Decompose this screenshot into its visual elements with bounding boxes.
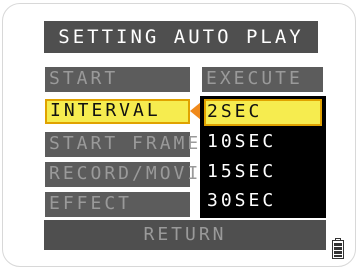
page-title: SETTING AUTO PLAY: [58, 26, 304, 48]
option-label: 2SEC: [207, 101, 263, 122]
menu-item-record-movie[interactable]: RECORD/MOVIE: [45, 162, 212, 187]
menu-item-interval[interactable]: INTERVAL: [45, 99, 190, 124]
option-label: 30SEC: [207, 190, 277, 211]
menu-item-start[interactable]: START: [45, 67, 190, 92]
option-label: 15SEC: [207, 161, 277, 182]
options-header[interactable]: EXECUTE: [202, 67, 323, 92]
menu-item-effect[interactable]: EFFECT: [45, 192, 190, 217]
options-header-label: EXECUTE: [206, 68, 303, 89]
option-label: 10SEC: [207, 131, 277, 152]
camera-screen: SETTING AUTO PLAY START INTERVAL START F…: [2, 3, 356, 267]
return-button[interactable]: RETURN: [44, 220, 326, 250]
menu-item-label: EFFECT: [49, 193, 133, 214]
title-bar: SETTING AUTO PLAY: [44, 21, 318, 53]
option-15sec[interactable]: 15SEC: [204, 159, 322, 186]
menu-item-label: START: [49, 68, 119, 89]
return-label: RETURN: [143, 224, 227, 245]
battery-icon: [332, 238, 344, 259]
option-10sec[interactable]: 10SEC: [204, 129, 322, 156]
menu-item-label: RECORD/MOVIE: [49, 163, 216, 184]
menu-item-start-frame[interactable]: START FRAME: [45, 132, 198, 157]
option-30sec[interactable]: 30SEC: [204, 188, 322, 215]
menu-item-label: INTERVAL: [50, 100, 161, 121]
option-2sec[interactable]: 2SEC: [204, 99, 322, 126]
menu-item-label: START FRAME: [49, 133, 202, 154]
